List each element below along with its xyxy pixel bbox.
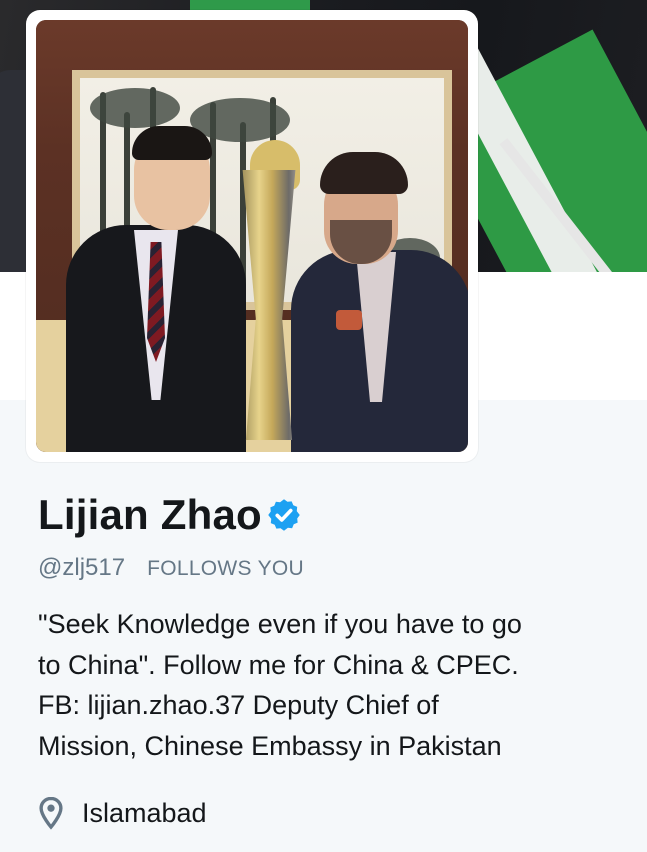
name-row: Lijian Zhao (38, 490, 618, 540)
bio-line: to China". Follow me for China & CPEC. (38, 649, 519, 680)
banner-flag-strip (190, 0, 310, 10)
bio-line: "Seek Knowledge even if you have to go (38, 609, 522, 639)
bio-line: Mission, Chinese Embassy in Pakistan (38, 730, 502, 761)
profile-avatar[interactable] (36, 20, 468, 452)
profile-info: Lijian Zhao @zlj517 FOLLOWS YOU "Seek Kn… (38, 490, 618, 766)
verified-badge-icon[interactable] (266, 497, 302, 533)
profile-location: Islamabad (38, 796, 207, 830)
handle-row: @zlj517 FOLLOWS YOU (38, 554, 618, 582)
location-pin-icon (39, 796, 63, 830)
profile-avatar-frame[interactable] (26, 10, 478, 462)
follows-you-badge: FOLLOWS YOU (147, 557, 305, 580)
location-text: Islamabad (82, 797, 207, 828)
profile-handle[interactable]: @zlj517 (38, 554, 125, 582)
profile-bio: "Seek Knowledge even if you have to go t… (38, 604, 618, 766)
profile-name[interactable]: Lijian Zhao (38, 491, 262, 539)
bio-line: FB: lijian.zhao.37 Deputy Chief of (38, 690, 439, 720)
